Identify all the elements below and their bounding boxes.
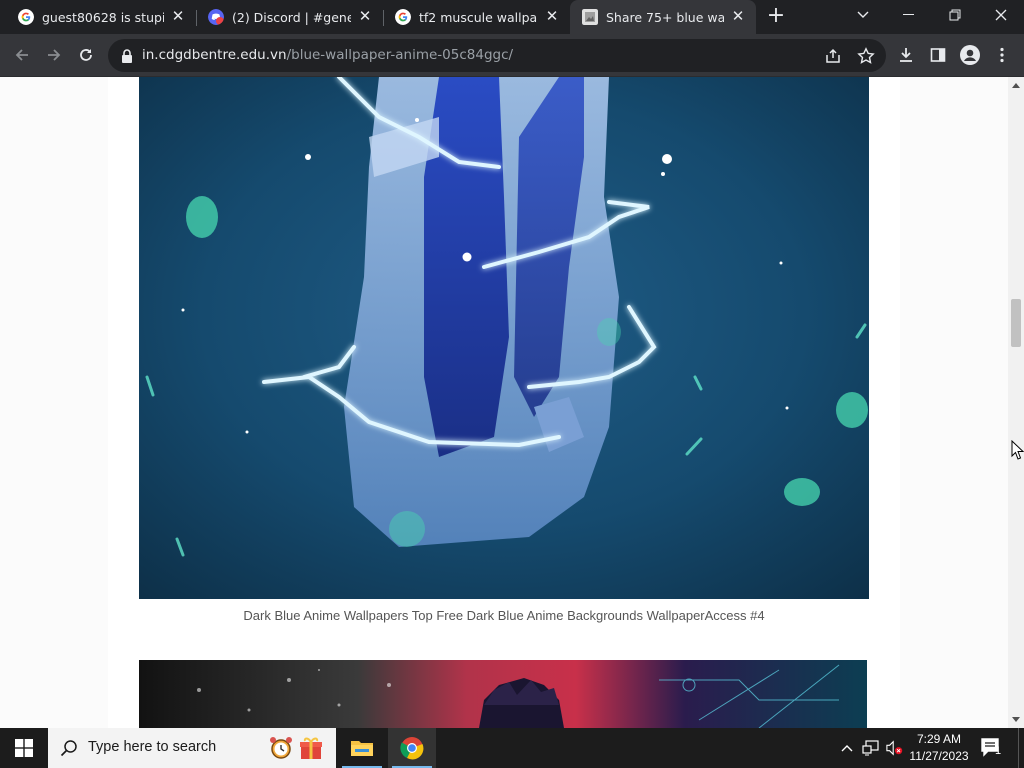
chevron-down-icon bbox=[857, 11, 869, 18]
start-button[interactable] bbox=[0, 728, 48, 768]
page-gutter-left bbox=[0, 77, 108, 728]
taskbar-chrome[interactable] bbox=[388, 728, 436, 768]
scroll-up-arrow-icon bbox=[1012, 83, 1020, 88]
show-desktop-button[interactable] bbox=[1018, 728, 1019, 768]
anime-wallpaper-picture bbox=[139, 660, 867, 728]
profile-avatar-icon bbox=[960, 45, 980, 65]
tab-close-icon[interactable]: ✕ bbox=[357, 9, 373, 25]
wallpaper-image-5[interactable] bbox=[139, 660, 867, 728]
scroll-up-button[interactable] bbox=[1008, 77, 1024, 93]
page-favicon bbox=[582, 9, 598, 25]
minimize-icon bbox=[903, 14, 914, 15]
minimize-button[interactable] bbox=[886, 0, 932, 30]
tab-strip: guest80628 is stupid - ✕ (2) Discord | #… bbox=[0, 0, 1024, 34]
clock-time: 7:29 AM bbox=[916, 732, 962, 746]
reload-button[interactable] bbox=[72, 41, 100, 69]
action-center-button[interactable]: 1 bbox=[980, 737, 1006, 759]
image-caption: Dark Blue Anime Wallpapers Top Free Dark… bbox=[243, 608, 765, 623]
search-placeholder: Type here to search bbox=[88, 739, 217, 755]
tab-close-icon[interactable]: ✕ bbox=[730, 9, 746, 25]
google-g-icon bbox=[18, 9, 34, 25]
google-g-icon bbox=[395, 9, 411, 25]
url-text[interactable]: in.cdgdbentre.edu.vn/blue-wallpaper-anim… bbox=[142, 47, 513, 63]
page-scrollbar[interactable] bbox=[1008, 77, 1024, 728]
back-button[interactable] bbox=[8, 41, 36, 69]
tab-blue-wallpaper[interactable]: Share 75+ blue wallpa ✕ bbox=[570, 0, 756, 34]
clock-date: 11/27/2023 bbox=[909, 749, 969, 763]
new-tab-button[interactable]: + bbox=[764, 5, 788, 29]
tab-google-tf2[interactable]: tf2 muscule wallpaper ✕ bbox=[383, 0, 570, 34]
browser-toolbar: in.cdgdbentre.edu.vn/blue-wallpaper-anim… bbox=[0, 34, 1024, 77]
forward-button[interactable] bbox=[40, 41, 68, 69]
taskbar-search-box[interactable]: Type here to search bbox=[48, 728, 336, 768]
scroll-down-arrow-icon bbox=[1012, 717, 1020, 722]
windows-logo-icon bbox=[15, 739, 33, 757]
volume-muted-icon bbox=[886, 740, 903, 756]
chevron-up-icon bbox=[841, 745, 853, 752]
taskbar-file-explorer[interactable] bbox=[338, 728, 386, 768]
url-path: /blue-wallpaper-anime-05c84ggc/ bbox=[286, 47, 514, 63]
tab-discord[interactable]: (2) Discord | #general ✕ bbox=[196, 0, 383, 34]
downloads-button[interactable] bbox=[892, 41, 920, 69]
scroll-down-button[interactable] bbox=[1008, 712, 1024, 728]
restore-icon bbox=[949, 9, 961, 21]
bookmark-star-icon[interactable] bbox=[857, 47, 875, 65]
chrome-icon bbox=[400, 737, 424, 760]
browser-menu-button[interactable] bbox=[988, 41, 1016, 69]
profile-button[interactable] bbox=[956, 41, 984, 69]
folder-icon bbox=[351, 741, 373, 756]
network-icon bbox=[862, 740, 879, 756]
tab-close-icon[interactable]: ✕ bbox=[170, 9, 186, 25]
mouse-cursor-icon bbox=[1011, 440, 1024, 460]
reload-icon bbox=[80, 49, 92, 61]
share-icon[interactable] bbox=[824, 47, 842, 65]
tab-title: (2) Discord | #general bbox=[232, 9, 351, 25]
tab-search-button[interactable] bbox=[840, 0, 886, 30]
tray-volume[interactable] bbox=[886, 739, 904, 757]
more-vert-icon bbox=[1000, 47, 1004, 63]
side-panel-button[interactable] bbox=[924, 41, 952, 69]
web-page: Dark Blue Anime Wallpapers Top Free Dark… bbox=[0, 77, 1008, 728]
address-bar[interactable]: in.cdgdbentre.edu.vn/blue-wallpaper-anim… bbox=[108, 39, 886, 72]
tab-close-icon[interactable]: ✕ bbox=[544, 9, 560, 25]
tray-network[interactable] bbox=[862, 739, 880, 757]
tray-overflow-button[interactable] bbox=[838, 739, 856, 757]
notification-icon bbox=[981, 738, 999, 757]
wallpaper-image-4[interactable] bbox=[139, 77, 869, 599]
alarm-clock-icon[interactable] bbox=[268, 735, 294, 761]
url-host: in.cdgdbentre.edu.vn bbox=[142, 47, 287, 63]
tab-title: Share 75+ blue wallpa bbox=[606, 9, 724, 25]
tab-title: tf2 muscule wallpaper bbox=[419, 9, 538, 25]
taskbar-clock[interactable]: 7:29 AM 11/27/2023 bbox=[904, 731, 974, 765]
windows-taskbar: Type here to search 7:29 AM 11/27/2023 1 bbox=[0, 728, 1024, 768]
anime-wallpaper-picture bbox=[139, 77, 869, 599]
arrow-right-icon bbox=[48, 49, 61, 61]
download-icon bbox=[900, 48, 912, 62]
close-window-button[interactable] bbox=[978, 0, 1024, 30]
search-icon bbox=[60, 740, 77, 757]
discord-icon bbox=[208, 9, 224, 25]
gift-icon[interactable] bbox=[298, 735, 324, 761]
arrow-left-icon bbox=[15, 49, 28, 61]
lock-icon[interactable] bbox=[120, 48, 134, 64]
tab-google-search[interactable]: guest80628 is stupid - ✕ bbox=[6, 0, 196, 34]
tab-title: guest80628 is stupid - bbox=[42, 9, 164, 25]
notification-count: 1 bbox=[995, 745, 1002, 757]
side-panel-icon bbox=[930, 48, 946, 62]
scrollbar-thumb[interactable] bbox=[1011, 299, 1021, 347]
restore-button[interactable] bbox=[932, 0, 978, 30]
page-gutter-right bbox=[900, 77, 1008, 728]
close-icon bbox=[995, 9, 1007, 21]
